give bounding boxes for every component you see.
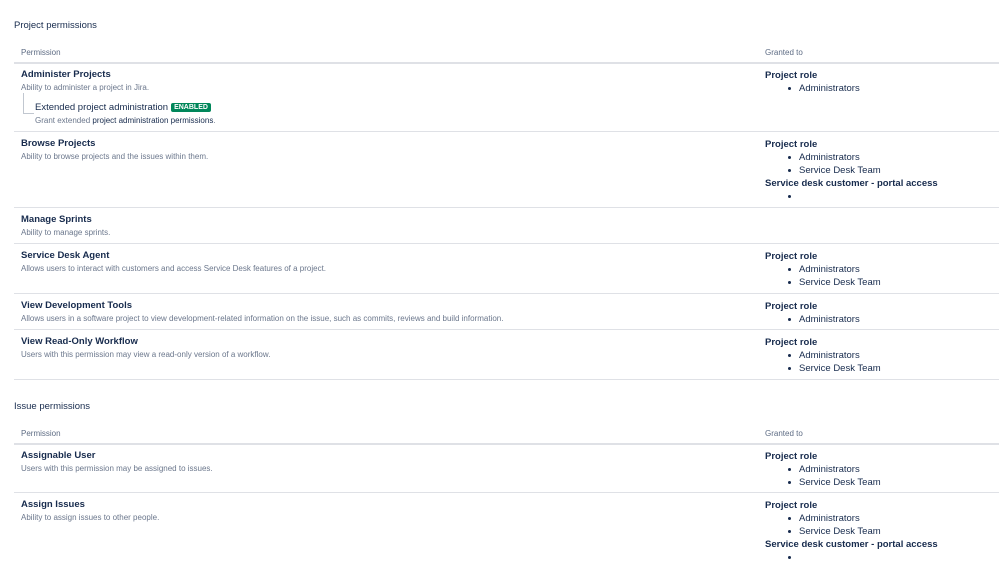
grant-type-label: Project role xyxy=(765,500,818,511)
permission-description: Ability to browse projects and the issue… xyxy=(21,152,209,161)
permission-description: Ability to administer a project in Jira. xyxy=(21,83,150,92)
grant-list: Administrators Service Desk Team xyxy=(765,463,999,489)
permission-description: Allows users to interact with customers … xyxy=(21,264,327,273)
grant-type-label: Project role xyxy=(765,139,818,150)
granted-to-cell: Project role Administrators Service Desk… xyxy=(765,138,999,203)
table-row: View Development Tools Allows users in a… xyxy=(14,294,999,330)
permission-name: Service Desk Agent xyxy=(21,250,110,261)
granted-to-cell: Project role Administrators xyxy=(765,69,999,95)
table-row: View Read-Only Workflow Users with this … xyxy=(14,330,999,380)
granted-to-cell: Project role Administrators Service Desk… xyxy=(765,250,999,289)
permission-name: Assign Issues xyxy=(21,499,85,510)
grant-type-label: Project role xyxy=(765,70,818,81)
grant-item xyxy=(788,190,999,203)
grant-list xyxy=(765,551,999,564)
permission-name: Manage Sprints xyxy=(21,214,92,225)
issue-permissions-section: Issue permissions Permission Granted to … xyxy=(0,401,999,562)
table-header: Permission Granted to xyxy=(14,44,999,64)
column-header-granted-to: Granted to xyxy=(765,48,803,57)
permission-name: Browse Projects xyxy=(21,138,96,149)
project-admin-permissions-link[interactable]: project administration permissions xyxy=(92,116,213,125)
extended-admin-description: Grant extended project administration pe… xyxy=(35,116,216,125)
grant-type-label: Service desk customer - portal access xyxy=(765,178,938,189)
grant-list: Administrators Service Desk Team xyxy=(765,263,999,289)
section-title: Project permissions xyxy=(14,20,97,31)
grant-type-label: Project role xyxy=(765,451,818,462)
grant-item: Administrators xyxy=(788,313,999,326)
grant-type-label: Service desk customer - portal access xyxy=(765,539,938,550)
granted-to-cell: Project role Administrators Service Desk… xyxy=(765,336,999,375)
table-header: Permission Granted to xyxy=(14,425,999,445)
column-header-permission: Permission xyxy=(21,48,61,57)
permission-name: Assignable User xyxy=(21,450,96,461)
extended-admin-label: Extended project administration xyxy=(35,102,169,113)
project-permissions-section: Project permissions Permission Granted t… xyxy=(0,20,999,380)
grant-item: Service Desk Team xyxy=(788,362,999,375)
tree-connector xyxy=(23,93,34,114)
grant-item: Administrators xyxy=(788,512,999,525)
table-row: Manage Sprints Ability to manage sprints… xyxy=(14,208,999,244)
table-row: Browse Projects Ability to browse projec… xyxy=(14,132,999,208)
section-title: Issue permissions xyxy=(14,401,91,412)
grant-item: Administrators xyxy=(788,349,999,362)
permission-description: Allows users in a software project to vi… xyxy=(21,314,504,323)
grant-item: Administrators xyxy=(788,82,999,95)
granted-to-cell: Project role Administrators Service Desk… xyxy=(765,450,999,489)
permission-description: Users with this permission may be assign… xyxy=(21,464,213,473)
grant-type-label: Project role xyxy=(765,337,818,348)
column-header-permission: Permission xyxy=(21,429,61,438)
permission-description: Ability to assign issues to other people… xyxy=(21,513,160,522)
grant-item: Service Desk Team xyxy=(788,525,999,538)
grant-list: Administrators Service Desk Team xyxy=(765,151,999,177)
status-badge: ENABLED xyxy=(171,103,211,112)
permission-description: Ability to manage sprints. xyxy=(21,228,111,237)
permission-description: Users with this permission may view a re… xyxy=(21,350,271,359)
grant-item: Administrators xyxy=(788,263,999,276)
grant-item xyxy=(788,551,999,564)
grant-item: Service Desk Team xyxy=(788,276,999,289)
grant-type-label: Project role xyxy=(765,251,818,262)
grant-type-label: Project role xyxy=(765,301,818,312)
permission-name: Administer Projects xyxy=(21,69,111,80)
permission-name: View Development Tools xyxy=(21,300,133,311)
table-row: Assignable User Users with this permissi… xyxy=(14,445,999,493)
granted-to-cell: Project role Administrators Service Desk… xyxy=(765,499,999,564)
grant-item: Service Desk Team xyxy=(788,164,999,177)
grant-list xyxy=(765,190,999,203)
grant-item: Service Desk Team xyxy=(788,476,999,489)
table-row: Assign Issues Ability to assign issues t… xyxy=(14,493,999,562)
grant-list: Administrators xyxy=(765,313,999,326)
grant-list: Administrators Service Desk Team xyxy=(765,512,999,538)
table-row: Service Desk Agent Allows users to inter… xyxy=(14,244,999,294)
grant-list: Administrators Service Desk Team xyxy=(765,349,999,375)
table-row: Administer Projects Ability to administe… xyxy=(14,64,999,132)
granted-to-cell: Project role Administrators xyxy=(765,300,999,326)
grant-list: Administrators xyxy=(765,82,999,95)
extended-admin-item: Extended project administration ENABLED xyxy=(35,102,211,113)
permission-name: View Read-Only Workflow xyxy=(21,336,138,347)
grant-item: Administrators xyxy=(788,463,999,476)
grant-item: Administrators xyxy=(788,151,999,164)
column-header-granted-to: Granted to xyxy=(765,429,803,438)
